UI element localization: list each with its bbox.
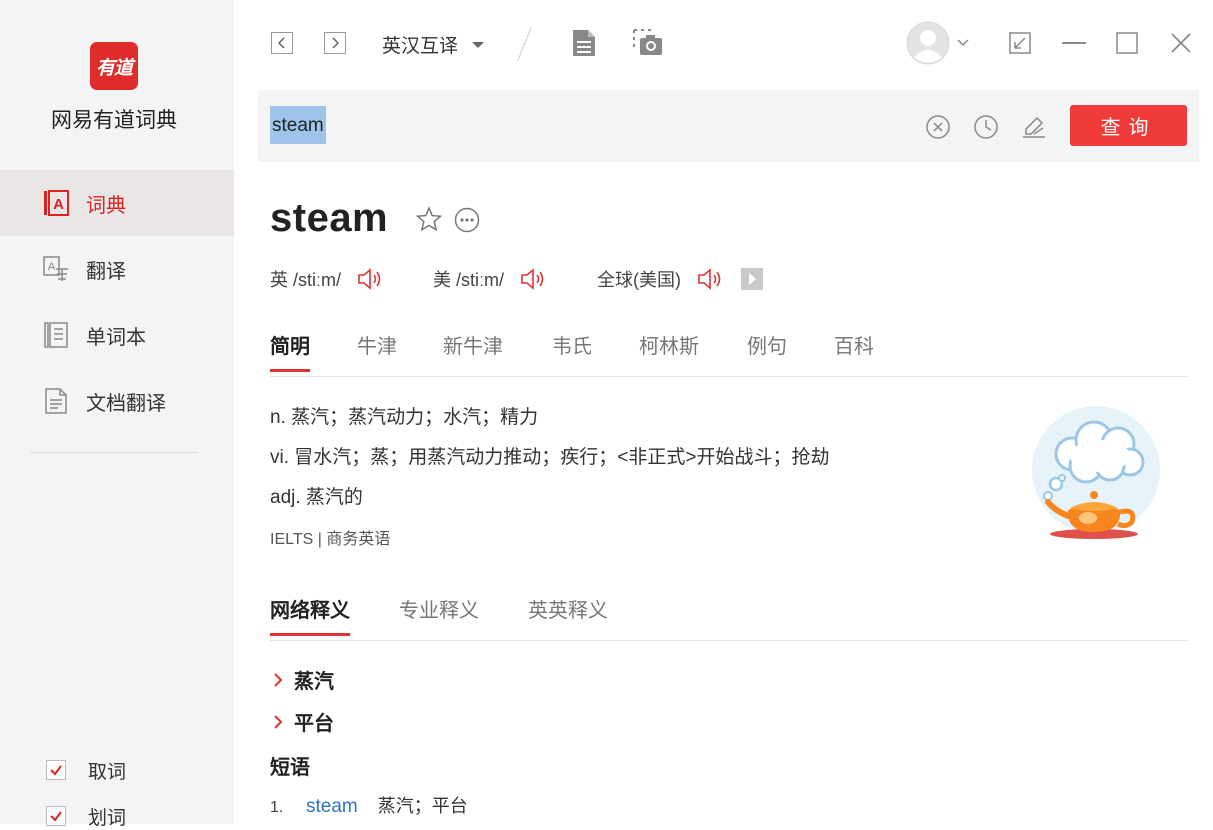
web-definition-item[interactable]: 平台 [272, 707, 334, 736]
pronunciation-global: 全球(美国) [597, 266, 763, 292]
definition-verb: vi. 冒水汽；蒸；用蒸汽动力推动；疾行；<非正式>开始战斗；抢劫 [270, 447, 830, 468]
sidebar-item-label: 单词本 [86, 326, 146, 349]
web-definition-item[interactable]: 蒸汽 [272, 665, 334, 694]
chevron-left-icon [277, 37, 285, 49]
document-icon[interactable] [572, 29, 596, 57]
chevron-right-icon [274, 714, 283, 729]
pronunciation-us: 美 /stiːm/ [433, 266, 546, 292]
chevron-right-icon [274, 672, 283, 687]
sidebar-item-translate[interactable]: A 翻译 [0, 236, 234, 302]
capture-word-checkbox[interactable] [46, 760, 66, 780]
checkmark-icon [50, 811, 62, 822]
tab-new-oxford[interactable]: 新牛津 [443, 330, 503, 371]
tab-concise[interactable]: 简明 [270, 330, 310, 372]
select-word-checkbox[interactable] [46, 806, 66, 826]
pron-us-text: 美 /stiːm/ [433, 270, 504, 290]
definition-noun: n. 蒸汽；蒸汽动力；水汽；精力 [270, 407, 539, 428]
tab-web-definitions[interactable]: 网络释义 [270, 594, 350, 636]
dictionary-icon: A [44, 190, 69, 216]
app-name: 网易有道词典 [51, 109, 177, 132]
tab-oxford[interactable]: 牛津 [357, 330, 397, 371]
phrase-row: 1. steam 蒸汽；平台 [270, 792, 468, 818]
translate-icon: A [43, 256, 68, 281]
screenshot-icon[interactable] [633, 29, 663, 57]
back-button[interactable] [271, 32, 293, 54]
speaker-icon[interactable] [357, 267, 383, 291]
query-button[interactable]: 查询 [1070, 105, 1187, 146]
handwriting-icon[interactable] [1021, 114, 1047, 140]
tab-examples[interactable]: 例句 [747, 330, 787, 371]
chevron-down-icon [957, 39, 969, 47]
capture-word-label: 取词 [88, 761, 127, 783]
definition-adjective: adj. 蒸汽的 [270, 487, 363, 508]
select-word-label: 划词 [88, 807, 127, 829]
toolbar-separator [517, 27, 532, 61]
history-icon[interactable] [973, 114, 999, 140]
maximize-icon[interactable] [1116, 32, 1138, 54]
document-translate-icon [45, 388, 67, 414]
phrase-link[interactable]: steam [306, 796, 358, 818]
minimize-icon[interactable] [1062, 42, 1086, 45]
pron-uk-text: 英 /stiːm/ [270, 270, 341, 290]
phrases-title: 短语 [270, 757, 310, 779]
sidebar-item-label: 文档翻译 [86, 392, 166, 415]
exam-tags: IELTS | 商务英语 [270, 531, 391, 548]
sidebar-item-label: 词典 [86, 194, 126, 217]
tab-english-definitions[interactable]: 英英释义 [528, 594, 608, 635]
web-definition-text: 蒸汽 [294, 671, 334, 693]
play-icon[interactable] [741, 268, 763, 290]
close-icon[interactable] [1170, 32, 1192, 54]
dictionary-tabs: 简明 牛津 新牛津 韦氏 柯林斯 例句 百科 [270, 330, 1187, 377]
clear-icon[interactable] [925, 114, 951, 140]
tab-collins[interactable]: 柯林斯 [639, 330, 699, 371]
sidebar-divider [30, 452, 198, 453]
dropdown-arrow-icon [472, 41, 485, 48]
tab-encyclopedia[interactable]: 百科 [834, 330, 874, 371]
logo-text: 有道 [95, 56, 133, 79]
more-icon[interactable] [454, 207, 480, 233]
pron-global-text: 全球(美国) [597, 270, 681, 290]
search-bar: steam 查询 [258, 90, 1199, 162]
chevron-right-icon [332, 37, 340, 49]
phrase-number: 1. [270, 799, 284, 816]
translation-mode-label: 英汉互译 [382, 36, 459, 57]
pronunciation-uk: 英 /stiːm/ [270, 266, 383, 292]
avatar [906, 21, 950, 65]
sidebar-item-wordbook[interactable]: 单词本 [0, 302, 234, 368]
search-input[interactable]: steam [270, 106, 326, 144]
tab-professional-definitions[interactable]: 专业释义 [399, 594, 479, 635]
app-logo: 有道 [90, 42, 138, 90]
checkmark-icon [50, 765, 62, 776]
option-capture-word[interactable]: 取词 [46, 756, 126, 784]
steam-illustration [1032, 406, 1160, 539]
translation-mode-dropdown[interactable]: 英汉互译 [382, 31, 485, 58]
web-definition-text: 平台 [294, 713, 334, 735]
wordbook-icon [44, 322, 68, 348]
sidebar-item-dictionary[interactable]: A 词典 [0, 170, 234, 236]
option-select-word[interactable]: 划词 [46, 802, 126, 830]
phrase-translation: 蒸汽；平台 [377, 796, 468, 816]
star-icon[interactable] [416, 206, 442, 232]
speaker-icon[interactable] [697, 267, 723, 291]
svg-text:A: A [48, 261, 56, 273]
headword: steam [270, 196, 389, 240]
svg-text:A: A [53, 196, 64, 213]
user-account-button[interactable] [906, 21, 970, 65]
speaker-icon[interactable] [520, 267, 546, 291]
forward-button[interactable] [324, 32, 346, 54]
sidebar-item-document-translate[interactable]: 文档翻译 [0, 368, 234, 434]
tab-webster[interactable]: 韦氏 [552, 330, 592, 371]
mini-mode-icon[interactable] [1009, 32, 1031, 54]
sidebar: 有道 网易有道词典 A 词典 A 翻译 单词本 文档翻译 取词 划词 [0, 0, 234, 829]
sidebar-item-label: 翻译 [86, 260, 126, 283]
web-definition-tabs: 网络释义 专业释义 英英释义 [270, 594, 1187, 641]
